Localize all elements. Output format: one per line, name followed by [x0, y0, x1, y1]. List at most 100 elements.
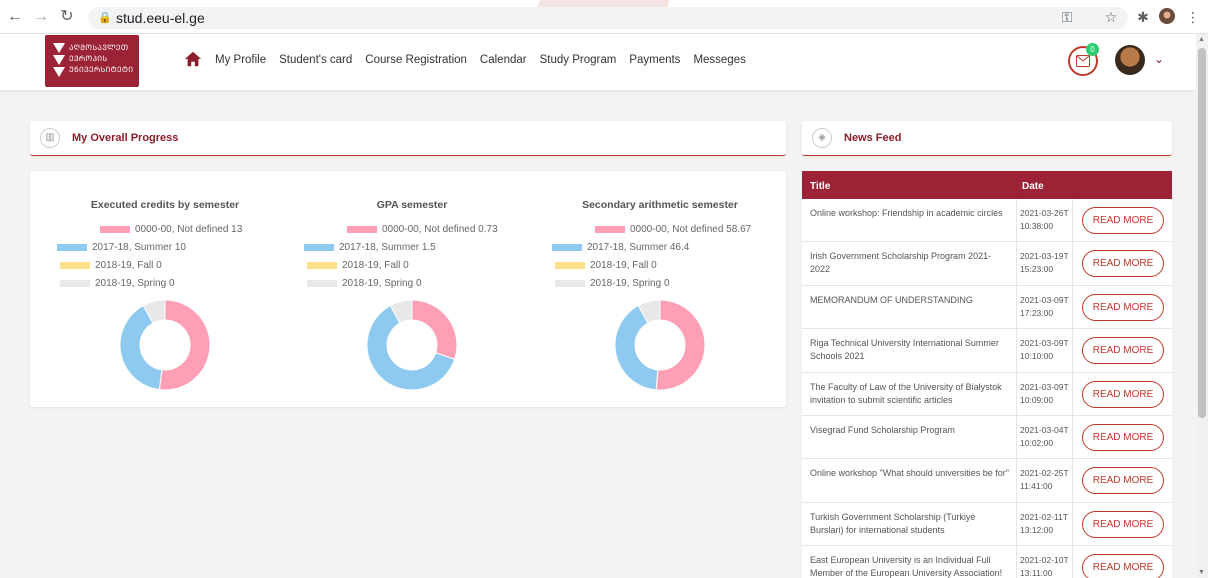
legend-label: 2017-18, Summer 10 — [92, 242, 186, 253]
chart-icon: ▥ — [40, 128, 60, 148]
nav-study-program[interactable]: Study Program — [540, 54, 617, 66]
site-header: ᲐᲦᲛᲝᲡᲐᲕᲚᲔᲗ ᲔᲕᲠᲝᲞᲘᲡ ᲣᲜᲘᲕᲔᲠᲡᲘᲢᲔᲢᲘ My Profi… — [0, 34, 1196, 90]
legend-item[interactable]: 2018-19, Fall 0 — [307, 260, 409, 271]
donut-chart — [366, 299, 458, 391]
news-item-date: 2021-03-19T15:23:00 — [1020, 251, 1069, 275]
legend-item[interactable]: 2017-18, Summer 46.4 — [552, 242, 689, 253]
donut-slice[interactable] — [411, 299, 458, 360]
legend-swatch — [552, 243, 582, 251]
news-row: Turkish Government Scholarship (Turkiye … — [802, 502, 1172, 547]
news-row: East European University is an Individua… — [802, 546, 1172, 578]
legend-item[interactable]: 0000-00, Not defined 0.73 — [347, 224, 498, 235]
news-item-date: 2021-02-25T11:41:00 — [1020, 468, 1069, 492]
read-more-button[interactable]: READ MORE — [1082, 423, 1164, 451]
legend-item[interactable]: 0000-00, Not defined 13 — [100, 224, 242, 235]
legend-item[interactable]: 2018-19, Spring 0 — [555, 278, 670, 289]
news-card-header: ◈ News Feed — [802, 121, 1172, 156]
back-icon[interactable]: ← — [6, 8, 24, 26]
home-icon[interactable] — [184, 50, 202, 68]
legend-swatch — [595, 225, 625, 233]
nav-my-profile[interactable]: My Profile — [215, 54, 266, 66]
nav-students-card[interactable]: Student's card — [279, 54, 352, 66]
news-item-date: 2021-03-04T10:02:00 — [1020, 424, 1069, 448]
news-item-date: 2021-03-09T17:23:00 — [1020, 294, 1069, 318]
legend-label: 2018-19, Fall 0 — [590, 260, 657, 271]
nav-course-registration[interactable]: Course Registration — [365, 54, 467, 66]
news-item-title: Online workshop "What should universitie… — [810, 468, 1009, 479]
key-icon[interactable]: ⚿ — [1058, 8, 1076, 26]
legend-item[interactable]: 2018-19, Spring 0 — [60, 278, 175, 289]
scrollbar-thumb[interactable] — [1198, 48, 1206, 418]
news-row: Online workshop: Friendship in academic … — [802, 199, 1172, 243]
nav-messages[interactable]: Messeges — [693, 54, 745, 66]
read-more-button[interactable]: READ MORE — [1082, 380, 1164, 408]
browser-menu-icon[interactable]: ⋮ — [1184, 8, 1202, 26]
star-icon[interactable]: ☆ — [1102, 8, 1120, 26]
legend-swatch — [57, 243, 87, 251]
legend-item[interactable]: 0000-00, Not defined 58.67 — [595, 224, 751, 235]
legend-swatch — [555, 279, 585, 287]
logo-line: ᲔᲕᲠᲝᲞᲘᲡ — [69, 54, 108, 63]
legend-item[interactable]: 2017-18, Summer 10 — [57, 242, 186, 253]
progress-charts-card: Executed credits by semester 0000-00, Not… — [30, 171, 786, 407]
logo-line: ᲐᲦᲛᲝᲡᲐᲕᲚᲔᲗ — [69, 43, 129, 52]
nav-payments[interactable]: Payments — [629, 54, 680, 66]
reload-icon[interactable]: ↻ — [58, 8, 76, 26]
extensions-icon[interactable]: ✱ — [1134, 8, 1152, 26]
read-more-button[interactable]: READ MORE — [1082, 250, 1164, 278]
legend-item[interactable]: 2018-19, Fall 0 — [60, 260, 162, 271]
news-item-title: Riga Technical University International … — [810, 338, 999, 362]
legend-label: 2018-19, Fall 0 — [342, 260, 409, 271]
news-table: Title Date Online workshop: Friendship i… — [802, 171, 1172, 578]
news-row: Online workshop "What should universitie… — [802, 459, 1172, 503]
news-table-header: Title Date — [802, 171, 1172, 199]
legend-label: 2018-19, Spring 0 — [590, 278, 670, 289]
read-more-button[interactable]: READ MORE — [1082, 293, 1164, 321]
chart-2: GPA semester 0000-00, Not defined 0.73 201… — [282, 171, 532, 407]
scroll-up-icon[interactable]: ▲ — [1198, 36, 1205, 43]
read-more-button[interactable]: READ MORE — [1082, 207, 1164, 234]
chart-title: Secondary arithmetic semester — [582, 199, 738, 211]
read-more-button[interactable]: READ MORE — [1082, 337, 1164, 365]
read-more-button[interactable]: READ MORE — [1082, 510, 1164, 538]
lock-icon: 🔒 — [98, 12, 112, 24]
nav-calendar[interactable]: Calendar — [480, 54, 527, 66]
news-row: Irish Government Scholarship Program 202… — [802, 242, 1172, 286]
donut-slice[interactable] — [655, 299, 706, 391]
avatar[interactable] — [1115, 45, 1145, 75]
legend-swatch — [304, 243, 334, 251]
university-logo[interactable]: ᲐᲦᲛᲝᲡᲐᲕᲚᲔᲗ ᲔᲕᲠᲝᲞᲘᲡ ᲣᲜᲘᲕᲔᲠᲡᲘᲢᲔᲢᲘ — [45, 35, 139, 87]
news-item-title: Visegrad Fund Scholarship Program — [810, 424, 955, 435]
forward-icon[interactable]: → — [32, 8, 50, 26]
donut-chart — [119, 299, 211, 391]
news-item-title: MEMORANDUM OF UNDERSTANDING — [810, 294, 973, 305]
read-more-button[interactable]: READ MORE — [1082, 467, 1164, 495]
legend-item[interactable]: 2018-19, Spring 0 — [307, 278, 422, 289]
legend-item[interactable]: 2018-19, Fall 0 — [555, 260, 657, 271]
progress-card-header: ▥ My Overall Progress — [30, 121, 786, 156]
donut-slice[interactable] — [158, 299, 211, 391]
col-date: Date — [1022, 181, 1044, 192]
chart-3: Secondary arithmetic semester 0000-00, No… — [530, 171, 780, 407]
legend-label: 2017-18, Summer 46.4 — [587, 242, 690, 253]
news-item-date: 2021-03-09T10:09:00 — [1020, 381, 1069, 405]
legend-label: 0000-00, Not defined 13 — [135, 224, 243, 235]
legend-swatch — [60, 261, 90, 269]
messages-badge: 0 — [1086, 43, 1099, 56]
address-bar[interactable]: 🔒 stud.eeu-el.ge — [88, 7, 1128, 29]
news-item-title: Online workshop: Friendship in academic … — [810, 208, 1003, 218]
legend-label: 2018-19, Fall 0 — [95, 260, 162, 271]
chevron-down-icon[interactable]: ⌄ — [1154, 52, 1164, 66]
logo-line: ᲣᲜᲘᲕᲔᲠᲡᲘᲢᲔᲢᲘ — [69, 65, 134, 74]
read-more-button[interactable]: READ MORE — [1082, 554, 1164, 578]
main-nav: My Profile Student's card Course Registr… — [215, 54, 746, 66]
page-scrollbar[interactable]: ▲ ▼ — [1196, 34, 1208, 578]
chart-title: GPA semester — [376, 199, 448, 211]
profile-icon[interactable] — [1158, 8, 1176, 26]
news-item-title: The Faculty of Law of the University of … — [810, 381, 1002, 405]
legend-item[interactable]: 2017-18, Summer 1.5 — [304, 242, 436, 253]
logo-mark — [53, 43, 65, 53]
newspaper-icon: ◈ — [812, 128, 832, 148]
news-row: The Faculty of Law of the University of … — [802, 372, 1172, 416]
scroll-down-icon[interactable]: ▼ — [1198, 569, 1205, 576]
